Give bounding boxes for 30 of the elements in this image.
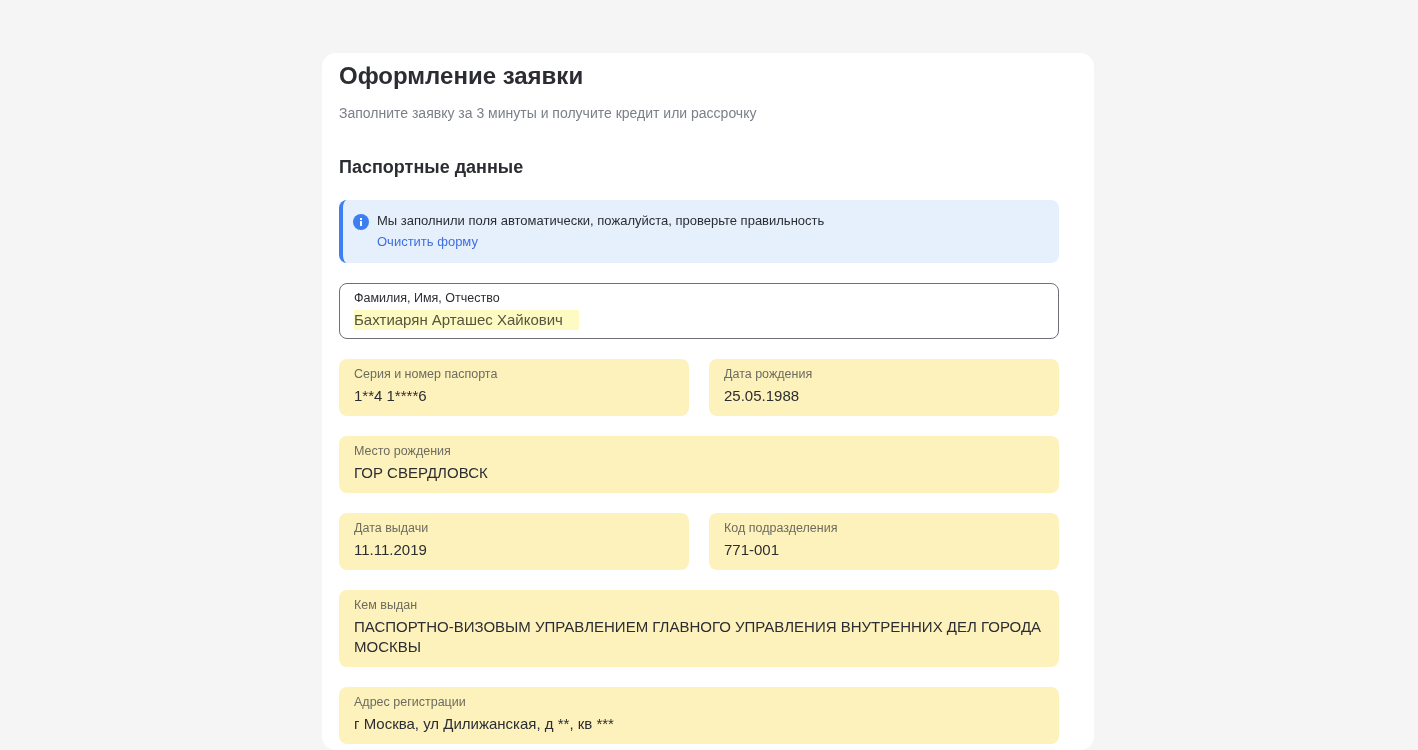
field-value: 1**4 1****6 (354, 386, 427, 406)
field-label: Серия и номер паспорта (354, 367, 499, 381)
field-value: 25.05.1988 (724, 386, 800, 406)
clear-form-link[interactable]: Очистить форму (377, 234, 478, 249)
input-field[interactable]: Серия и номер паспорта 1**4 1****6 (339, 359, 689, 416)
field-label: Фамилия, Имя, Отчество (354, 291, 501, 305)
info-icon (353, 214, 369, 230)
field-label: Дата рождения (724, 367, 814, 381)
field-value: г Москва, ул Дилижанская, д **, кв *** (354, 714, 614, 734)
input-field[interactable]: Код подразделения 771-001 (709, 513, 1059, 570)
field-label: Код подразделения (724, 521, 839, 535)
field-label: Кем выдан (354, 598, 419, 612)
input-field[interactable]: Кем выдан ПАСПОРТНО-ВИЗОВЫМ УПРАВЛЕНИЕМ ГЛАВНОГО УПРАВЛЕНИЯ ВНУТРЕННИХ ДЕЛ ГОРОДА МОСКВЫ (339, 590, 1059, 667)
field-label: Дата выдачи (354, 521, 430, 535)
page-subtitle: Заполните заявку за 3 минуты и получите кредит или рассрочку (339, 105, 758, 121)
input-field[interactable]: Фамилия, Имя, Отчество Бахтиарян Арташес Хайкович (339, 283, 1059, 339)
input-field[interactable]: Дата выдачи 11.11.2019 (339, 513, 689, 570)
input-field[interactable]: Дата рождения 25.05.1988 (709, 359, 1059, 416)
field-label: Место рождения (354, 444, 452, 458)
field-value: ГОР СВЕРДЛОВСК (354, 463, 488, 483)
info-message: Мы заполнили поля автоматически, пожалуйста, проверьте правильность (377, 213, 825, 228)
input-field[interactable]: Место рождения ГОР СВЕРДЛОВСК (339, 436, 1059, 493)
section-title: Паспортные данные (339, 157, 525, 178)
field-value: Бахтиарян Арташес Хайкович (354, 310, 579, 330)
page-title: Оформление заявки (339, 61, 585, 91)
input-field[interactable]: Адрес регистрации г Москва, ул Дилижанская, д **, кв *** (339, 687, 1059, 744)
field-value: 11.11.2019 (354, 540, 427, 560)
field-value: 771-001 (724, 540, 780, 560)
field-label: Адрес регистрации (354, 695, 467, 709)
field-value: ПАСПОРТНО-ВИЗОВЫМ УПРАВЛЕНИЕМ ГЛАВНОГО УПРАВЛЕНИЯ ВНУТРЕННИХ ДЕЛ ГОРОДА МОСКВЫ (354, 617, 1043, 657)
